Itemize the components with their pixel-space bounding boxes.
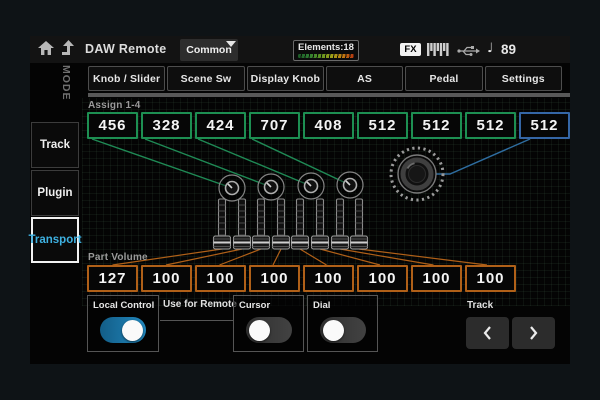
part-volume-8[interactable]: 100 [465,265,516,292]
assign-value-6[interactable]: 512 [357,112,408,139]
page-title: DAW Remote [85,42,166,56]
tab-knob-slider[interactable]: Knob / Slider [88,66,165,91]
common-dropdown[interactable]: Common [180,39,238,61]
assign-value-5[interactable]: 408 [303,112,354,139]
tab-bar: Knob / Slider Scene Sw Display Knob AS P… [88,66,562,91]
elements-level-meter [298,54,354,58]
tab-display-knob[interactable]: Display Knob [247,66,324,91]
tab-scene-sw[interactable]: Scene Sw [167,66,244,91]
track-nav-label: Track [467,300,493,311]
screen: DAW Remote Common Elements:18 FX [0,0,600,400]
assign-value-4[interactable]: 707 [249,112,300,139]
chevron-down-icon [226,41,236,47]
elements-label: Elements:18 [294,42,358,53]
sidebar-item-transport[interactable]: Transport [31,217,79,263]
tempo-value: 89 [501,42,516,57]
elements-meter[interactable]: Elements:18 [293,40,359,61]
return-up-icon[interactable] [61,40,76,56]
assign-value-2[interactable]: 328 [141,112,192,139]
dial-toggle[interactable] [320,317,366,343]
part-volume-row: 127 100 100 100 100 100 100 100 [87,265,516,292]
tab-settings[interactable]: Settings [485,66,562,91]
sidebar-item-plugin[interactable]: Plugin [31,170,79,216]
chevron-right-icon [528,325,539,341]
track-prev-button[interactable] [466,317,509,349]
use-for-remote-label: Use for Remote [163,299,237,310]
part-volume-7[interactable]: 100 [411,265,462,292]
tab-as[interactable]: AS [326,66,403,91]
tab-underline-strip [88,93,570,97]
daw-remote-panel: DAW Remote Common Elements:18 FX [30,36,570,364]
toggle-knob [323,320,344,341]
tab-pedal[interactable]: Pedal [405,66,482,91]
part-volume-6[interactable]: 100 [357,265,408,292]
assign-row: 456 328 424 707 408 512 512 512 512 [87,112,570,139]
assign-value-3[interactable]: 424 [195,112,246,139]
quarter-note-icon: ♩ [487,41,493,56]
part-volume-5[interactable]: 100 [303,265,354,292]
cursor-group: Cursor [233,295,304,352]
fx-badge: FX [400,43,421,56]
toggle-knob [122,320,143,341]
assign-value-7[interactable]: 512 [411,112,462,139]
assign-value-1[interactable]: 456 [87,112,138,139]
assign-label: Assign 1-4 [88,100,141,111]
cursor-toggle[interactable] [246,317,292,343]
keyboard-icon [427,43,452,57]
part-volume-4[interactable]: 100 [249,265,300,292]
part-volume-label: Part Volume [88,252,148,263]
local-control-group: Local Control [87,295,159,352]
part-volume-1[interactable]: 127 [87,265,138,292]
part-volume-2[interactable]: 100 [141,265,192,292]
sidebar-item-track[interactable]: Track [31,122,79,168]
usb-icon [457,45,480,57]
dial-group: Dial [307,295,378,352]
part-volume-3[interactable]: 100 [195,265,246,292]
track-next-button[interactable] [512,317,555,349]
use-for-remote-divider [160,320,233,321]
mode-label: MODE [60,65,72,101]
top-bar: DAW Remote Common Elements:18 FX [30,36,570,63]
home-icon[interactable] [38,41,54,56]
assign-value-8[interactable]: 512 [465,112,516,139]
assign-value-9[interactable]: 512 [519,112,570,139]
chevron-left-icon [482,325,493,341]
local-control-toggle[interactable] [100,317,146,343]
cursor-label: Cursor [239,300,303,311]
local-control-label: Local Control [93,300,158,311]
common-dropdown-label: Common [186,44,232,56]
fx-badge-label: FX [404,44,416,55]
toggle-knob [249,320,270,341]
dial-label: Dial [313,300,377,311]
